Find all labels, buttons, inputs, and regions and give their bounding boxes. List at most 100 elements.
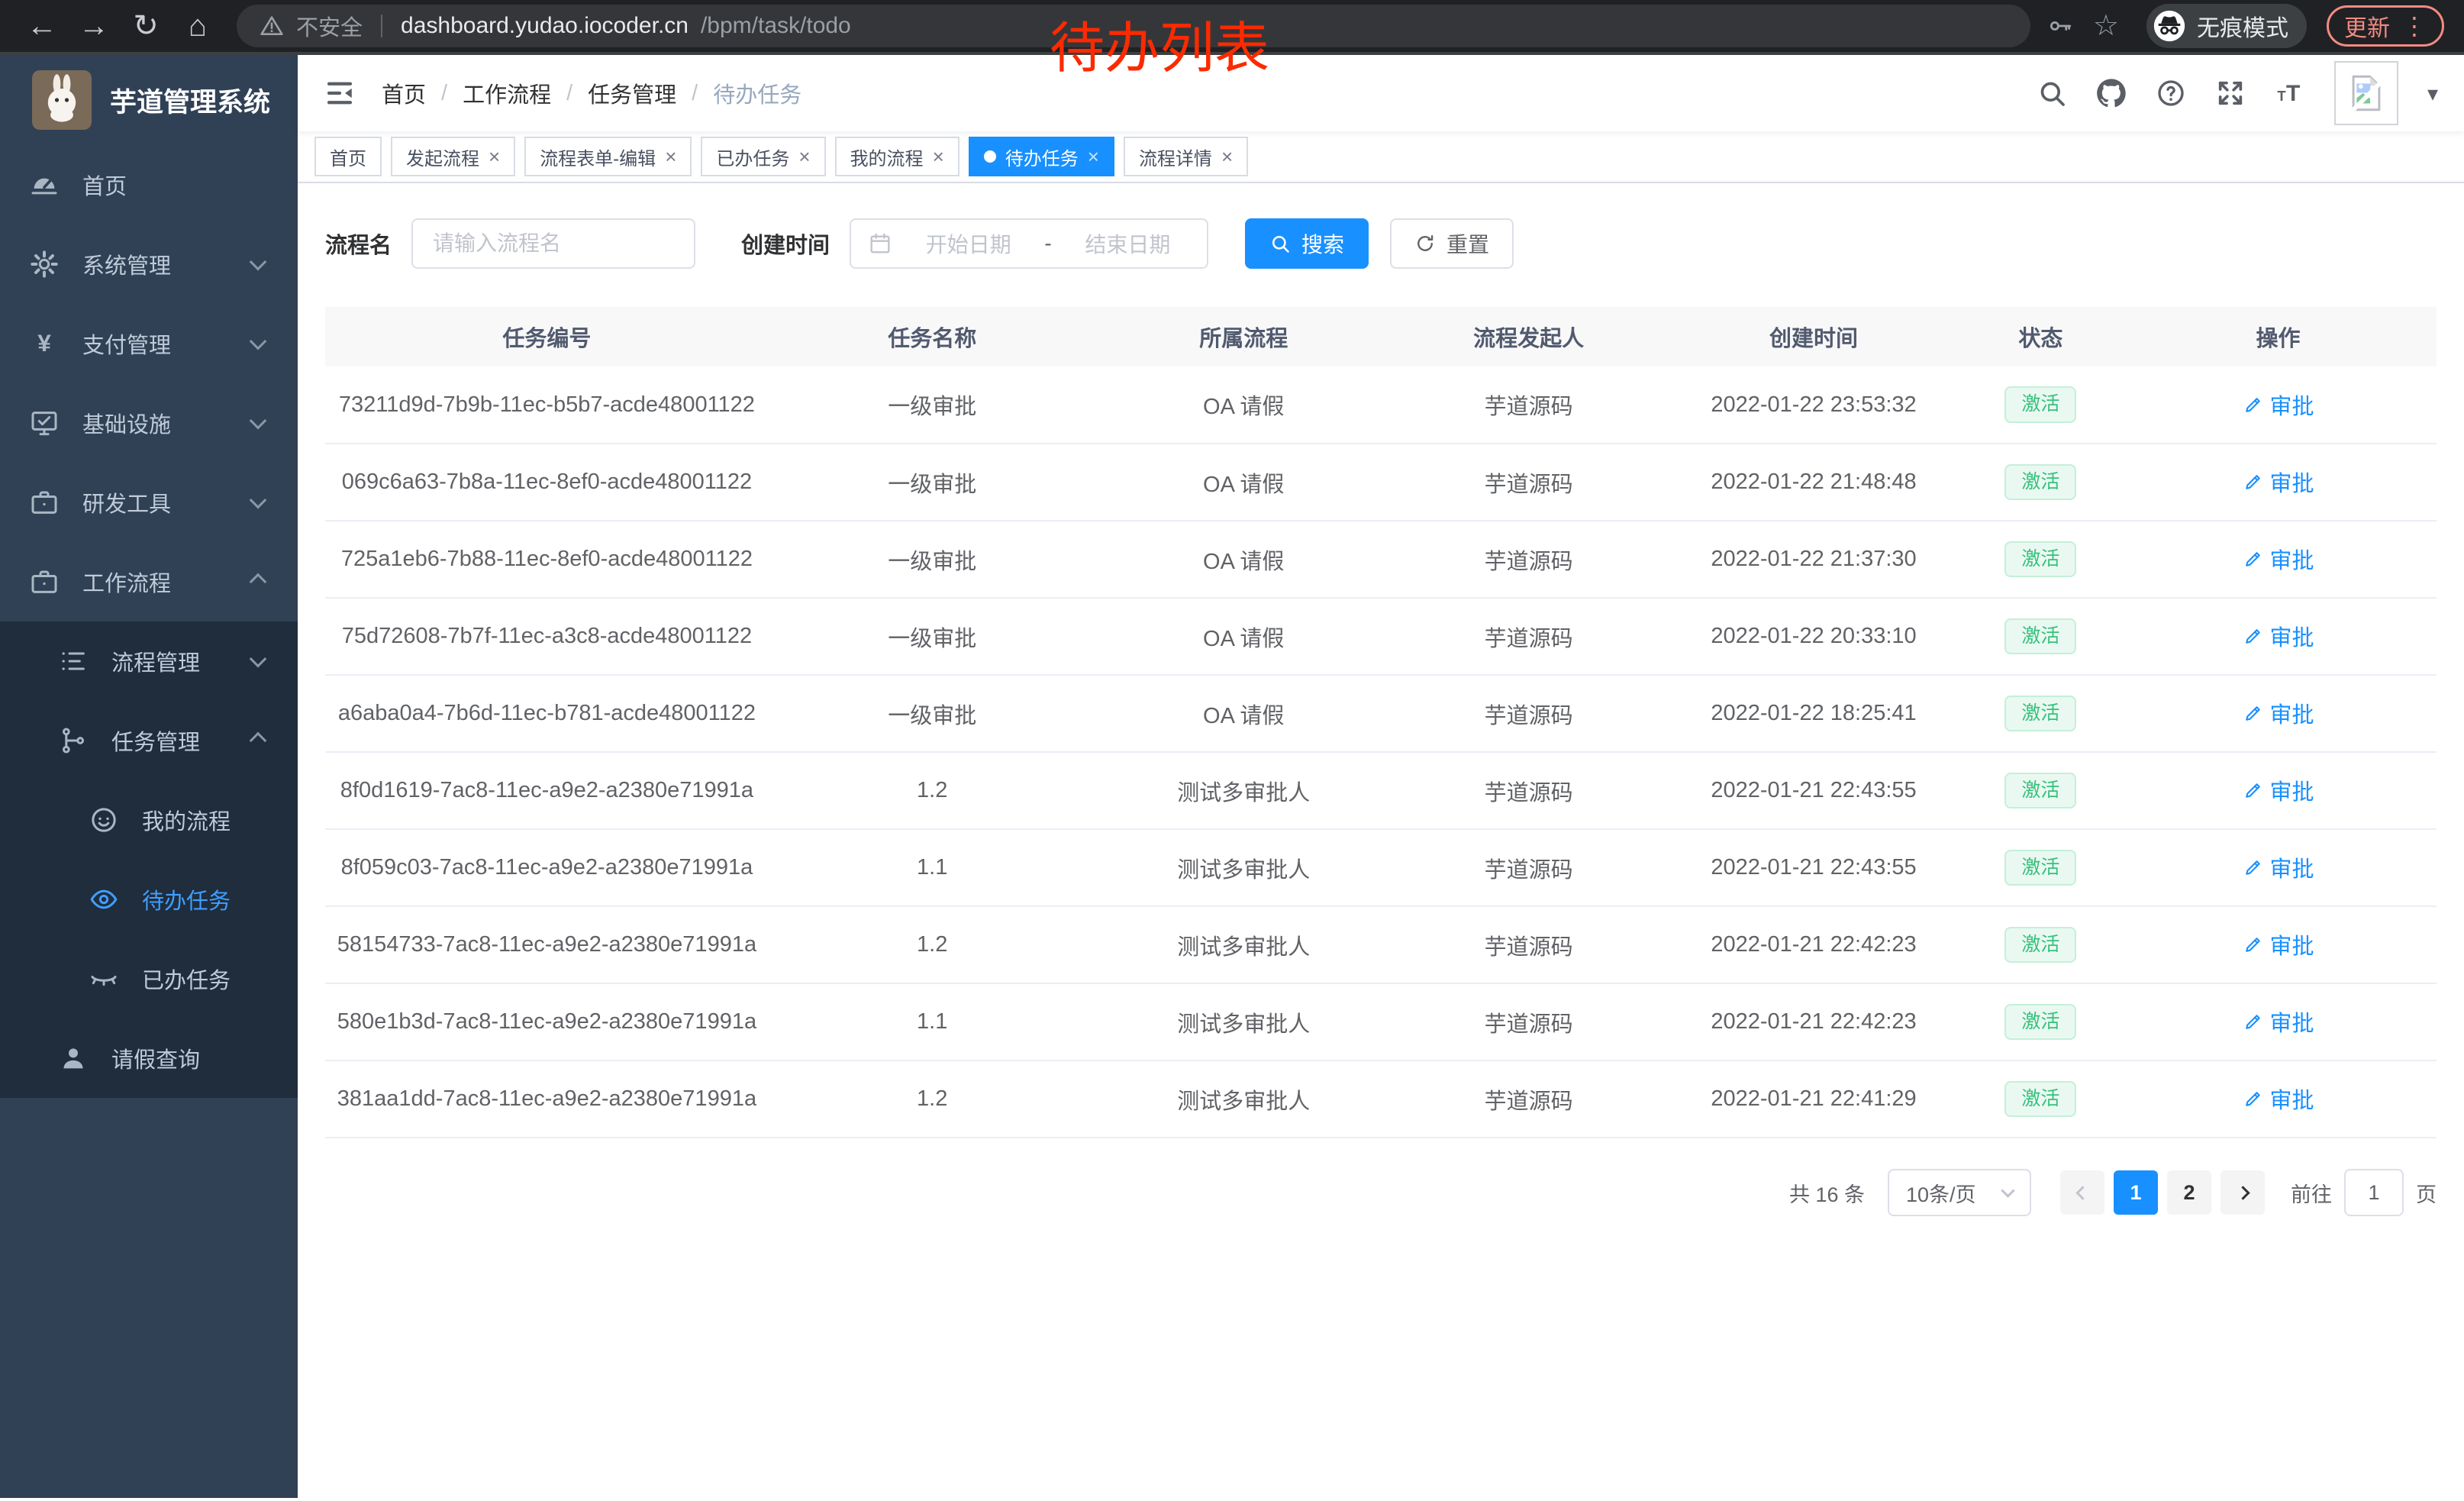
- approve-link[interactable]: 审批: [2243, 620, 2314, 652]
- tab-close-icon[interactable]: ×: [1088, 147, 1099, 166]
- reload-icon[interactable]: ↻: [124, 11, 168, 41]
- process-name-input[interactable]: [411, 218, 695, 269]
- approve-link[interactable]: 审批: [2243, 697, 2314, 729]
- dashboard-icon: [29, 169, 60, 200]
- approve-link[interactable]: 审批: [2243, 774, 2314, 806]
- approve-label: 审批: [2270, 928, 2314, 960]
- reset-button[interactable]: 重置: [1390, 218, 1514, 269]
- sidebar-item-label: 请假查询: [111, 1042, 200, 1074]
- approve-link[interactable]: 审批: [2243, 466, 2314, 498]
- app-frame: 芋道管理系统 首页系统管理¥支付管理基础设施研发工具工作流程流程管理任务管理我的…: [0, 55, 2464, 1498]
- home-icon[interactable]: ⌂: [176, 11, 220, 41]
- cell-initiator: 芋道源码: [1392, 675, 1666, 752]
- sidebar-item[interactable]: 研发工具: [0, 463, 298, 542]
- tab-close-icon[interactable]: ×: [933, 147, 944, 166]
- create-time-label: 创建时间: [741, 228, 830, 260]
- tab[interactable]: 发起流程×: [391, 137, 515, 176]
- sidebar-item[interactable]: 系统管理: [0, 224, 298, 304]
- search-button[interactable]: 搜索: [1245, 218, 1369, 269]
- breadcrumb-item[interactable]: 首页: [382, 77, 426, 109]
- approve-link[interactable]: 审批: [2243, 1083, 2314, 1115]
- date-range-picker[interactable]: 开始日期 - 结束日期: [850, 218, 1208, 269]
- cell-task-id: 580e1b3d-7ac8-11ec-a9e2-a2380e71991a: [325, 983, 769, 1060]
- pagination-total: 共 16 条: [1789, 1178, 1865, 1208]
- forward-icon[interactable]: →: [72, 11, 116, 41]
- page-number-button[interactable]: 2: [2167, 1170, 2211, 1215]
- tab-label: 流程表单-编辑: [540, 144, 656, 170]
- sidebar-item[interactable]: 待办任务: [0, 860, 298, 939]
- update-label: 更新: [2344, 9, 2390, 43]
- breadcrumb-item[interactable]: 任务管理: [588, 77, 676, 109]
- cell-initiator: 芋道源码: [1392, 444, 1666, 521]
- breadcrumb-item[interactable]: 工作流程: [463, 77, 551, 109]
- cell-created: 2022-01-22 18:25:41: [1666, 675, 1961, 752]
- avatar-caret-down-icon[interactable]: ▾: [2427, 81, 2438, 106]
- logo-image: [32, 70, 92, 130]
- sidebar-item[interactable]: 流程管理: [0, 621, 298, 701]
- sidebar-item[interactable]: ¥支付管理: [0, 304, 298, 383]
- tab-active[interactable]: 待办任务×: [969, 137, 1114, 176]
- goto-page-input[interactable]: [2344, 1169, 2404, 1216]
- password-key-icon[interactable]: [2047, 13, 2073, 39]
- cell-process: OA 请假: [1096, 521, 1392, 598]
- tab[interactable]: 流程表单-编辑 ×: [524, 137, 692, 176]
- cell-created: 2022-01-22 23:53:32: [1666, 366, 1961, 444]
- sidebar-logo-row[interactable]: 芋道管理系统: [0, 55, 298, 134]
- cell-task-id: 069c6a63-7b8a-11ec-8ef0-acde48001122: [325, 444, 769, 521]
- sidebar-item[interactable]: 我的流程: [0, 780, 298, 860]
- cell-task-name: 一级审批: [769, 675, 1096, 752]
- next-page-button[interactable]: [2221, 1170, 2265, 1215]
- page-number-button[interactable]: 1: [2114, 1170, 2158, 1215]
- approve-link[interactable]: 审批: [2243, 543, 2314, 575]
- sidebar-item[interactable]: 请假查询: [0, 1018, 298, 1098]
- back-icon[interactable]: ←: [20, 11, 64, 41]
- edit-icon: [2243, 394, 2264, 415]
- tab-close-icon[interactable]: ×: [1221, 147, 1233, 166]
- font-size-icon[interactable]: TT: [2275, 78, 2305, 108]
- tab-close-icon[interactable]: ×: [489, 147, 500, 166]
- approve-link[interactable]: 审批: [2243, 928, 2314, 960]
- sidebar-item[interactable]: 首页: [0, 145, 298, 224]
- avatar[interactable]: [2334, 61, 2398, 125]
- cell-task-name: 1.1: [769, 829, 1096, 906]
- approve-link[interactable]: 审批: [2243, 851, 2314, 883]
- sidebar-item[interactable]: 已办任务: [0, 939, 298, 1018]
- tags-view-bar: 首页发起流程×流程表单-编辑×已办任务×我的流程×待办任务×流程详情×: [298, 131, 2464, 183]
- tab-close-icon[interactable]: ×: [665, 147, 676, 166]
- cell-action: 审批: [2120, 675, 2437, 752]
- tab-close-icon[interactable]: ×: [798, 147, 810, 166]
- browser-menu-dots-icon[interactable]: ⋮: [2402, 11, 2427, 40]
- end-date-placeholder[interactable]: 结束日期: [1066, 228, 1190, 259]
- approve-link[interactable]: 审批: [2243, 389, 2314, 421]
- sidebar-item-label: 研发工具: [82, 486, 171, 518]
- sidebar-item[interactable]: 基础设施: [0, 383, 298, 463]
- sidebar-item[interactable]: 工作流程: [0, 542, 298, 621]
- cell-task-name: 一级审批: [769, 521, 1096, 598]
- cell-action: 审批: [2120, 983, 2437, 1060]
- security-label[interactable]: 不安全: [296, 10, 363, 42]
- fullscreen-icon[interactable]: [2215, 78, 2246, 108]
- cell-status: 激活: [1962, 521, 2120, 598]
- tab[interactable]: 我的流程×: [835, 137, 959, 176]
- tab[interactable]: 已办任务×: [701, 137, 825, 176]
- page-size-select[interactable]: 10条/页: [1888, 1169, 2031, 1216]
- approve-link[interactable]: 审批: [2243, 1006, 2314, 1038]
- breadcrumb-separator: /: [566, 81, 572, 106]
- sidebar-collapse-icon[interactable]: [324, 77, 356, 109]
- sidebar-item[interactable]: 任务管理: [0, 701, 298, 780]
- cell-action: 审批: [2120, 829, 2437, 906]
- help-icon[interactable]: [2156, 78, 2186, 108]
- search-button-label: 搜索: [1301, 228, 1344, 259]
- prev-page-button[interactable]: [2060, 1170, 2104, 1215]
- browser-update-button[interactable]: 更新 ⋮: [2327, 5, 2444, 47]
- start-date-placeholder[interactable]: 开始日期: [906, 228, 1030, 259]
- chevron-up-icon: [250, 732, 267, 750]
- cell-task-id: 58154733-7ac8-11ec-a9e2-a2380e71991a: [325, 906, 769, 983]
- search-icon[interactable]: [2037, 78, 2067, 108]
- approve-label: 审批: [2270, 389, 2314, 421]
- tab[interactable]: 流程详情×: [1124, 137, 1248, 176]
- tab[interactable]: 首页: [314, 137, 382, 176]
- process-name-label: 流程名: [325, 228, 392, 260]
- bookmark-star-icon[interactable]: ☆: [2093, 11, 2119, 40]
- github-icon[interactable]: [2096, 78, 2127, 108]
